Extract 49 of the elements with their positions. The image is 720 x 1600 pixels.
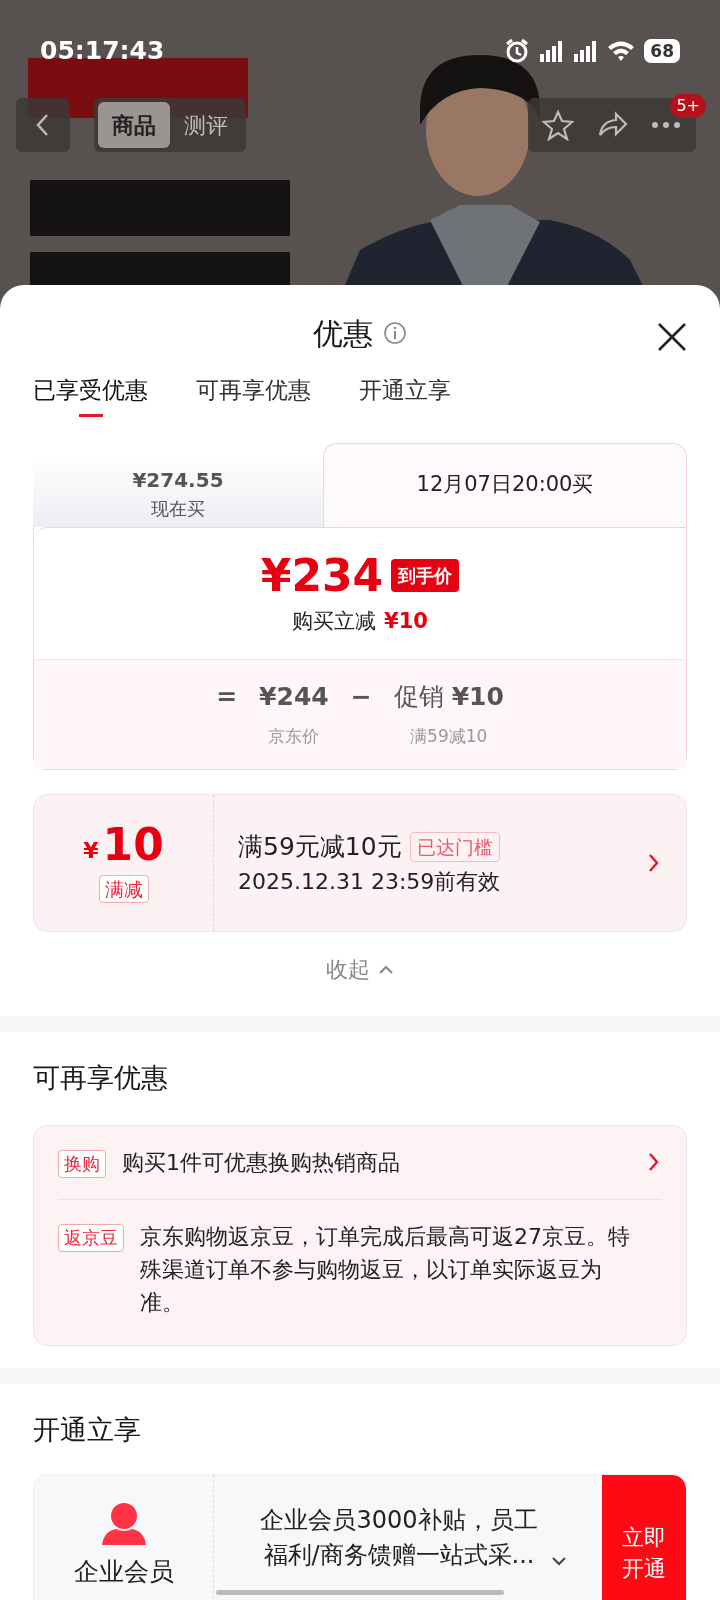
coupon-amount: 10 xyxy=(102,823,164,867)
battery-level: 68 xyxy=(644,39,680,63)
coupon-validity: 2025.12.31 23:59前有效 xyxy=(238,868,502,897)
notification-badge: 5+ xyxy=(670,94,706,118)
currency-symbol: ¥ xyxy=(83,837,99,865)
promotion-caption: 满59减10 xyxy=(409,724,489,748)
final-price: ¥234 xyxy=(260,553,384,598)
discount-label: 购买立减 xyxy=(292,607,377,635)
coupon-type-tag: 满减 xyxy=(98,875,149,903)
coupon-title: 满59元减10元 xyxy=(238,830,402,863)
promotion-label: 促销 xyxy=(393,681,444,713)
alarm-icon xyxy=(504,38,531,64)
membership-name: 企业会员 xyxy=(73,1556,174,1588)
chevron-right-icon[interactable] xyxy=(648,1152,660,1172)
section-heading: 可再享优惠 xyxy=(32,1061,169,1095)
back-button[interactable] xyxy=(16,98,70,152)
product-tab[interactable]: 商品 xyxy=(98,102,170,148)
activate-button[interactable]: 立即开通 xyxy=(602,1475,686,1600)
offer-tag: 返京豆 xyxy=(58,1223,124,1252)
section-tab[interactable]: 可再享优惠 xyxy=(196,373,311,425)
star-icon[interactable] xyxy=(542,109,574,141)
offer-tag: 换购 xyxy=(58,1149,106,1178)
signal-icon xyxy=(538,38,565,64)
scheduled-buy-option[interactable]: 12月07日20:00买 xyxy=(323,442,687,527)
signal-icon xyxy=(572,38,599,64)
offer-description: 京东购物返京豆，订单完成后最高可返27京豆。特殊渠道订单不参与购物返豆，以订单实际返豆为准。 xyxy=(140,1222,631,1317)
chevron-right-icon xyxy=(648,853,660,873)
close-icon[interactable] xyxy=(656,321,688,353)
collapse-button[interactable]: 收起 xyxy=(320,952,400,987)
discount-amount: ¥10 xyxy=(384,607,428,635)
chevron-down-icon[interactable] xyxy=(551,1556,567,1566)
section-heading: 开通立享 xyxy=(32,1412,142,1447)
base-price: ¥244 xyxy=(259,681,329,713)
person-icon xyxy=(99,1501,148,1545)
promotion-amount: ¥10 xyxy=(451,681,504,713)
info-icon[interactable] xyxy=(383,321,407,345)
final-price-tag: 到手价 xyxy=(391,559,460,592)
section-tab[interactable]: 开通立享 xyxy=(359,373,451,425)
sheet-title: 优惠 xyxy=(313,314,373,353)
coupon-card[interactable]: ¥10 满减 满59元减10元 已达门槛 2025.12.31 23:59前有效 xyxy=(33,794,687,932)
equals-sign: = xyxy=(216,681,238,713)
membership-description: 企业会员3000补贴，员工福利/商务馈赠一站式采... xyxy=(259,1505,539,1571)
threshold-status: 已达门槛 xyxy=(409,831,500,862)
product-tab[interactable]: 测评 xyxy=(170,102,242,148)
minus-sign: − xyxy=(350,681,372,713)
base-price-caption: 京东价 xyxy=(267,724,321,748)
section-tab[interactable]: 已享受优惠 xyxy=(33,373,148,425)
status-time: 05:17:43 xyxy=(40,35,165,68)
offer-link[interactable]: 购买1件可优惠换购热销商品 xyxy=(122,1145,632,1179)
